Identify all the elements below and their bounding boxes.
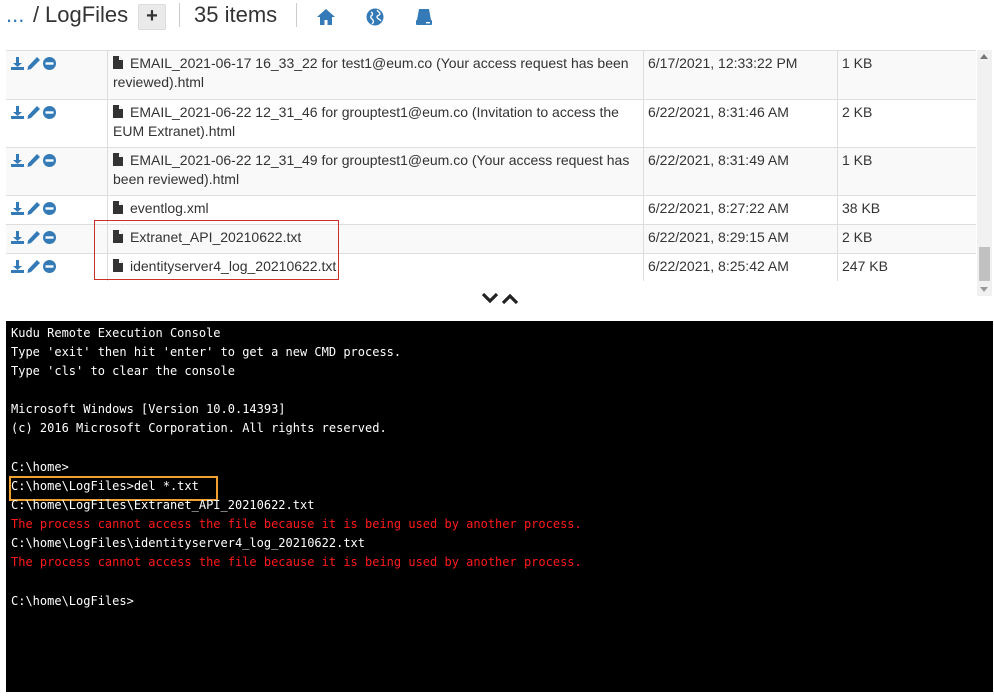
delete-icon[interactable]: [42, 153, 57, 168]
console-line: (c) 2016 Microsoft Corporation. All righ…: [11, 421, 387, 435]
console-error-line: The process cannot access the file becau…: [11, 555, 582, 569]
scroll-up-arrow-icon[interactable]: [980, 54, 988, 59]
header-divider: [179, 3, 180, 27]
file-name[interactable]: EMAIL_2021-06-17 16_33_22 for test1@eum.…: [113, 55, 629, 90]
drive-icon[interactable]: [414, 7, 434, 27]
file-modified: 6/22/2021, 8:31:46 AM: [643, 99, 838, 148]
delete-icon[interactable]: [42, 259, 57, 274]
file-icon: [113, 152, 123, 166]
file-name-cell[interactable]: EMAIL_2021-06-22 12_31_49 for grouptest1…: [107, 147, 644, 196]
delete-icon[interactable]: [42, 105, 57, 120]
file-row: identityserver4_log_20210622.txt 6/22/20…: [6, 253, 976, 281]
download-icon[interactable]: [10, 153, 25, 168]
file-size: 1 KB: [837, 51, 976, 100]
kudu-console[interactable]: Kudu Remote Execution Console Type 'exit'…: [6, 321, 993, 692]
file-row: EMAIL_2021-06-17 16_33_22 for test1@eum.…: [6, 51, 976, 100]
file-size: 2 KB: [837, 99, 976, 148]
console-line: Type 'exit' then hit 'enter' to get a ne…: [11, 345, 402, 359]
delete-icon[interactable]: [42, 201, 57, 216]
console-error-line: The process cannot access the file becau…: [11, 517, 582, 531]
row-actions: [6, 147, 108, 196]
delete-icon[interactable]: [42, 230, 57, 245]
file-name-cell[interactable]: EMAIL_2021-06-17 16_33_22 for test1@eum.…: [107, 51, 644, 100]
file-name[interactable]: EMAIL_2021-06-22 12_31_49 for grouptest1…: [113, 152, 629, 187]
file-row: Extranet_API_20210622.txt 6/22/2021, 8:2…: [6, 224, 976, 254]
download-icon[interactable]: [10, 56, 25, 71]
file-row: eventlog.xml 6/22/2021, 8:27:22 AM 38 KB: [6, 195, 976, 225]
download-icon[interactable]: [10, 259, 25, 274]
edit-icon[interactable]: [26, 201, 41, 216]
row-actions: [6, 224, 108, 254]
download-icon[interactable]: [10, 201, 25, 216]
file-modified: 6/17/2021, 12:33:22 PM: [643, 51, 838, 100]
home-icon[interactable]: [316, 7, 336, 27]
file-list: EMAIL_2021-06-17 16_33_22 for test1@eum.…: [6, 50, 976, 281]
file-icon: [113, 56, 123, 69]
file-name-cell[interactable]: identityserver4_log_20210622.txt: [107, 253, 644, 281]
console-line: C:\home\LogFiles\Extranet_API_20210622.t…: [11, 498, 315, 512]
file-row: EMAIL_2021-06-22 12_31_49 for grouptest1…: [6, 147, 976, 196]
breadcrumb-current-directory: LogFiles: [45, 2, 129, 27]
file-name[interactable]: Extranet_API_20210622.txt: [130, 229, 301, 245]
delete-icon[interactable]: [42, 56, 57, 71]
edit-icon[interactable]: [26, 56, 41, 71]
header-divider: [296, 3, 297, 27]
breadcrumb-ellipsis-link[interactable]: ...: [6, 2, 24, 28]
file-modified: 6/22/2021, 8:31:49 AM: [643, 147, 838, 196]
download-icon[interactable]: [10, 230, 25, 245]
file-name-cell[interactable]: eventlog.xml: [107, 195, 644, 225]
breadcrumb-separator: /: [33, 2, 40, 27]
chevron-down-icon: [481, 292, 499, 304]
console-line: Type 'cls' to clear the console: [11, 364, 235, 378]
file-size: 1 KB: [837, 147, 976, 196]
console-line: C:\home\LogFiles>: [11, 594, 134, 608]
globe-icon[interactable]: [365, 7, 385, 27]
file-row: EMAIL_2021-06-22 12_31_46 for grouptest1…: [6, 99, 976, 148]
file-name-cell[interactable]: Extranet_API_20210622.txt: [107, 224, 644, 254]
file-modified: 6/22/2021, 8:29:15 AM: [643, 224, 838, 254]
chevron-up-icon: [501, 293, 519, 305]
file-browser-header: ... / LogFiles + 35 items: [0, 0, 994, 44]
row-actions: [6, 253, 108, 281]
row-actions: [6, 195, 108, 225]
row-actions: [6, 99, 108, 148]
panel-resize-toggles[interactable]: [481, 291, 521, 307]
file-name[interactable]: identityserver4_log_20210622.txt: [130, 258, 336, 274]
edit-icon[interactable]: [26, 105, 41, 120]
item-count: 35 items: [194, 2, 278, 27]
scrollbar-thumb[interactable]: [979, 247, 990, 281]
console-line: Kudu Remote Execution Console: [11, 326, 221, 340]
file-icon: [113, 258, 123, 272]
file-modified: 6/22/2021, 8:25:42 AM: [643, 253, 838, 281]
edit-icon[interactable]: [26, 230, 41, 245]
console-line: Microsoft Windows [Version 10.0.14393]: [11, 402, 286, 416]
edit-icon[interactable]: [26, 153, 41, 168]
file-size: 2 KB: [837, 224, 976, 254]
scroll-down-arrow-icon[interactable]: [980, 287, 988, 292]
add-button[interactable]: +: [138, 4, 166, 30]
file-size: 247 KB: [837, 253, 976, 281]
file-size: 38 KB: [837, 195, 976, 225]
console-line: C:\home>: [11, 460, 69, 474]
file-icon: [113, 229, 123, 243]
file-modified: 6/22/2021, 8:27:22 AM: [643, 195, 838, 225]
edit-icon[interactable]: [26, 259, 41, 274]
file-name[interactable]: EMAIL_2021-06-22 12_31_46 for grouptest1…: [113, 104, 619, 139]
file-list-scrollbar[interactable]: [977, 50, 992, 296]
file-name-cell[interactable]: EMAIL_2021-06-22 12_31_46 for grouptest1…: [107, 99, 644, 148]
file-table: EMAIL_2021-06-17 16_33_22 for test1@eum.…: [6, 51, 976, 281]
file-name[interactable]: eventlog.xml: [130, 200, 209, 216]
download-icon[interactable]: [10, 105, 25, 120]
console-line: C:\home\LogFiles>del *.txt: [11, 479, 199, 493]
file-icon: [113, 200, 123, 214]
console-line: C:\home\LogFiles\identityserver4_log_202…: [11, 536, 366, 550]
row-actions: [6, 51, 108, 100]
file-icon: [113, 104, 123, 118]
